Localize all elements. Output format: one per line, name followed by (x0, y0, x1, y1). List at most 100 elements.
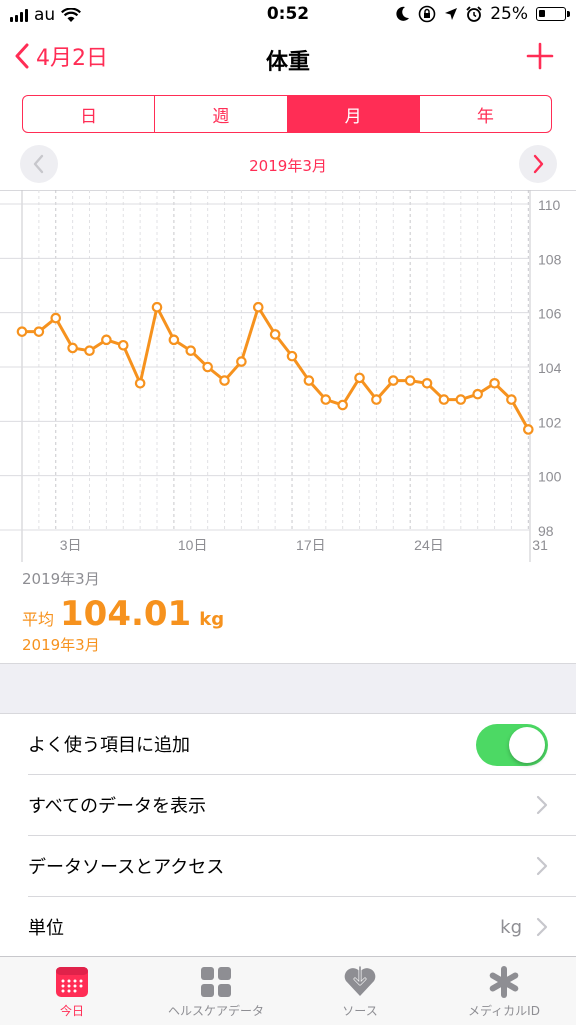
x-tick-label: 24日 (414, 537, 444, 553)
heart-download-icon (344, 966, 376, 996)
y-tick-label: 110 (538, 197, 561, 213)
battery-fill (539, 10, 545, 17)
battery-icon (536, 7, 570, 21)
alarm-icon (466, 6, 482, 22)
data-point (50, 312, 62, 324)
add-to-favorites-row: よく使う項目に追加 (0, 714, 576, 774)
data-point (219, 375, 230, 386)
data-point (134, 378, 146, 389)
grid-icon (201, 967, 231, 997)
unit-label: 単位 (28, 918, 64, 939)
range-segmented-control: 日 週 月 年 (22, 95, 552, 133)
unit-row[interactable]: 単位 kg (0, 897, 576, 957)
next-period-button[interactable] (519, 145, 557, 183)
data-point (151, 301, 163, 313)
data-point (101, 334, 112, 346)
asterisk-icon (489, 966, 519, 998)
moon-icon (396, 6, 410, 21)
weight-chart[interactable]: 98 100 102 104 106 108 110 3日 10日 17日 24日 31 (0, 190, 576, 570)
tab-today[interactable]: 今日 (0, 957, 144, 1025)
data-point (438, 394, 450, 405)
data-point (455, 394, 467, 405)
add-button[interactable] (526, 42, 554, 74)
data-point (16, 326, 28, 337)
data-point (320, 394, 332, 405)
average-summary: 平均 104.01 kg 2019年3月 (22, 594, 224, 655)
chevron-right-icon (533, 154, 544, 174)
calendar-icon (56, 967, 88, 997)
tab-medical-id[interactable]: メディカルID (432, 957, 576, 1025)
data-point (421, 378, 433, 389)
y-tick-label: 106 (538, 306, 562, 322)
segment-month[interactable]: 月 (287, 96, 420, 132)
tab-bar: 今日 ヘルスケアデータ ソース メディカルID (0, 956, 576, 1025)
data-point (236, 356, 247, 367)
x-tick-label: 31 (532, 537, 548, 553)
data-point (67, 342, 78, 354)
segment-year[interactable]: 年 (420, 96, 551, 132)
show-all-data-label: すべてのデータを表示 (28, 796, 207, 817)
nav-bar: 4月2日 体重 (0, 32, 576, 88)
tab-health-data[interactable]: ヘルスケアデータ (144, 957, 288, 1025)
data-point (202, 361, 213, 373)
data-point (387, 375, 399, 386)
chart-caption: 2019年3月 (22, 570, 100, 588)
chevron-right-icon (536, 795, 548, 815)
data-point (303, 375, 315, 386)
tab-today-label: 今日 (59, 1004, 84, 1018)
data-point (84, 345, 95, 356)
show-all-data-row[interactable]: すべてのデータを表示 (0, 775, 576, 835)
data-point (185, 345, 197, 356)
status-bar: au 0:52 25% (0, 0, 576, 32)
location-icon (445, 8, 458, 20)
data-point (506, 394, 517, 405)
segment-day[interactable]: 日 (23, 96, 156, 132)
data-point (117, 339, 129, 351)
weight-chart-svg: 981001021041061081103日 10日 17日 24日 31 (0, 190, 562, 562)
toggle-knob (509, 727, 545, 763)
y-tick-label: 104 (538, 360, 562, 376)
x-tick-label: 3日 (60, 537, 82, 553)
data-point (33, 326, 45, 337)
data-point (489, 378, 500, 389)
y-tick-label: 108 (538, 251, 562, 267)
section-spacer (0, 664, 576, 714)
data-point (269, 329, 281, 340)
favorites-toggle[interactable] (476, 724, 548, 766)
data-point (286, 350, 298, 362)
chevron-right-icon (536, 856, 548, 876)
tab-sources-label: ソース (342, 1004, 378, 1018)
chevron-right-icon (536, 917, 548, 937)
average-unit: kg (199, 609, 225, 630)
add-to-favorites-label: よく使う項目に追加 (28, 735, 190, 756)
average-period: 2019年3月 (22, 636, 100, 654)
data-sources-label: データソースとアクセス (28, 857, 225, 878)
data-sources-row[interactable]: データソースとアクセス (0, 836, 576, 896)
data-point (252, 301, 264, 313)
y-tick-label: 102 (538, 414, 562, 430)
period-navigator: 2019年3月 (0, 143, 576, 185)
x-tick-label: 10日 (178, 537, 208, 553)
data-point (337, 399, 348, 411)
data-point (404, 375, 416, 386)
tab-medical-id-label: メディカルID (468, 1004, 540, 1018)
page-title: 体重 (265, 50, 310, 75)
tab-sources[interactable]: ソース (288, 957, 432, 1025)
period-label: 2019年3月 (249, 157, 327, 175)
average-prefix: 平均 (22, 610, 55, 629)
rotation-lock-icon (418, 5, 436, 23)
weight-series-line (20, 305, 530, 431)
segment-week[interactable]: 週 (155, 96, 288, 132)
data-point (472, 388, 483, 400)
plus-icon (526, 42, 554, 70)
data-point (354, 372, 365, 384)
y-tick-label: 100 (538, 469, 562, 485)
data-point (523, 424, 534, 435)
status-right: 25% (396, 4, 570, 24)
x-tick-label: 17日 (296, 537, 326, 553)
data-point (168, 334, 180, 346)
unit-value: kg (500, 916, 522, 938)
tab-health-data-label: ヘルスケアデータ (167, 1004, 264, 1018)
battery-percent: 25% (490, 4, 528, 24)
data-point (371, 394, 382, 405)
